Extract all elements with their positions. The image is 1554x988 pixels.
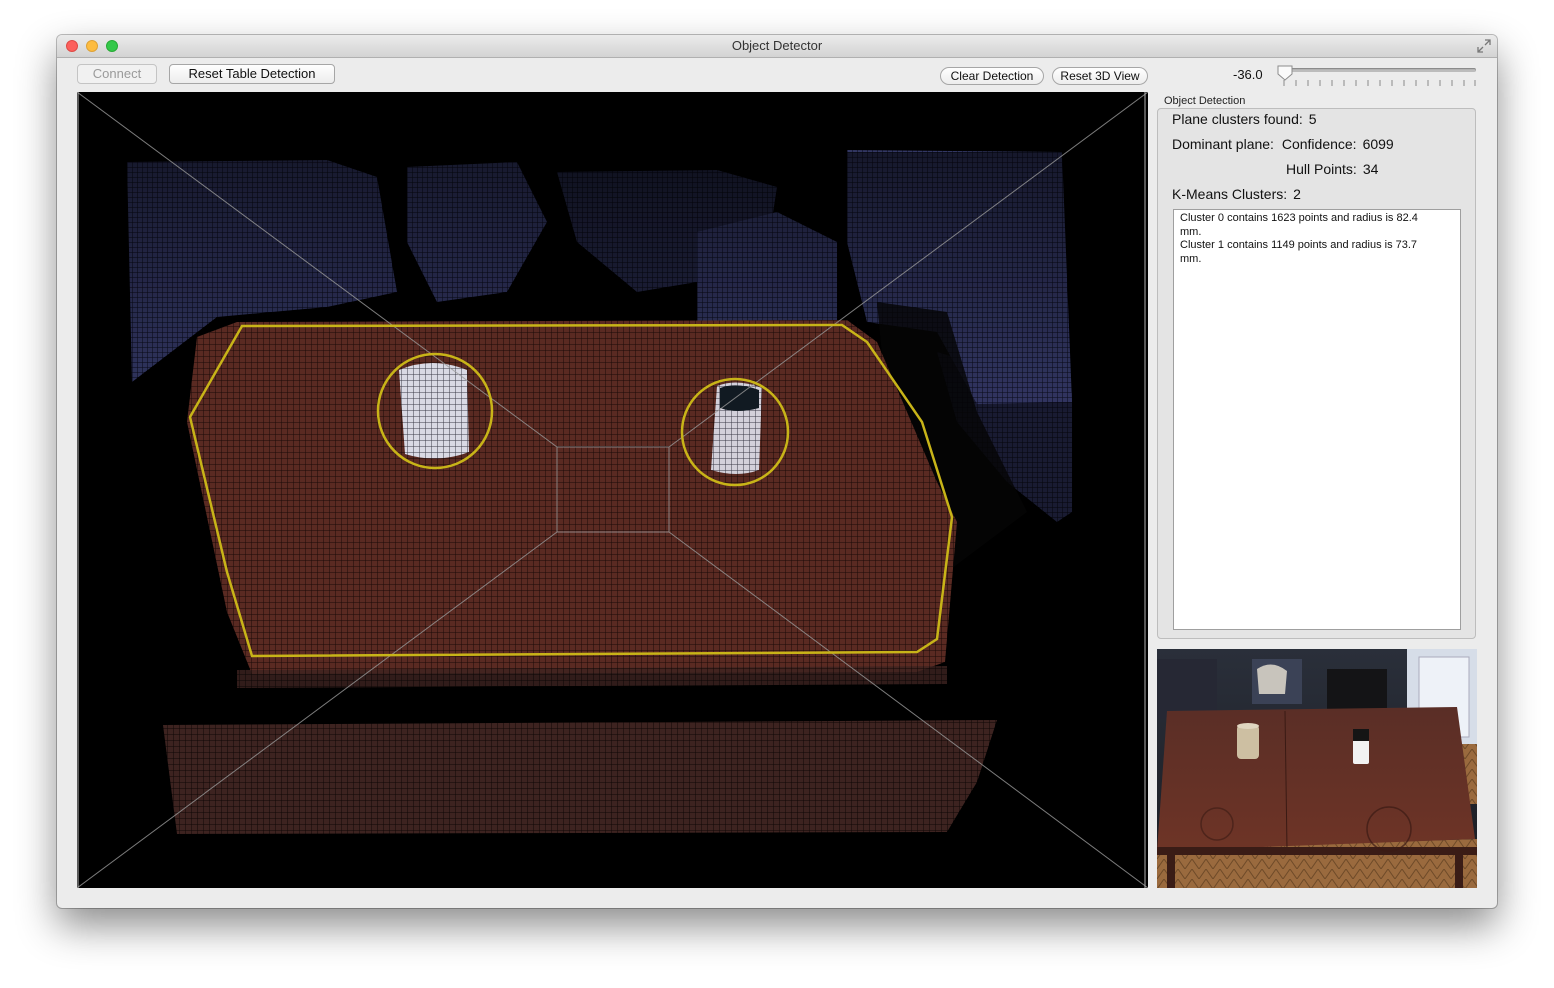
title-bar: Object Detector [57, 35, 1497, 58]
log-line: mm. [1180, 225, 1202, 238]
slider-ticks [1283, 80, 1476, 86]
table-point-cloud [187, 320, 957, 674]
slider-value: -36.0 [1233, 67, 1263, 82]
kmeans-row: K-Means Clusters: 2 [1172, 186, 1301, 202]
window-title: Object Detector [731, 38, 823, 53]
kmeans-label: K-Means Clusters: [1172, 186, 1288, 202]
hull-points-row: Hull Points: 34 [1286, 161, 1378, 177]
point-cloud-3d-view[interactable] [77, 92, 1148, 888]
confidence-value: 6099 [1362, 136, 1394, 152]
app-window: Object Detector Connect Reset Table Dete… [57, 35, 1497, 908]
object-detection-group-label: Object Detection [1164, 95, 1246, 107]
confidence-label: Confidence: [1281, 136, 1357, 152]
cluster-log-textarea[interactable]: Cluster 0 contains 1623 points and radiu… [1173, 209, 1461, 630]
log-line: Cluster 0 contains 1623 points and radiu… [1180, 212, 1418, 224]
reset-3d-view-button[interactable]: Reset 3D View [1052, 67, 1148, 85]
clear-detection-button[interactable]: Clear Detection [940, 67, 1044, 85]
log-line: mm. [1180, 252, 1202, 265]
plane-clusters-row: Plane clusters found: 5 [1172, 111, 1317, 127]
log-line: Cluster 1 contains 1149 points and radiu… [1180, 239, 1418, 251]
hull-points-label: Hull Points: [1286, 161, 1357, 177]
plane-clusters-value: 5 [1308, 111, 1317, 127]
dominant-plane-label: Dominant plane: [1172, 136, 1274, 152]
reset-table-detection-button[interactable]: Reset Table Detection [169, 64, 335, 84]
fullscreen-icon[interactable] [1477, 39, 1491, 53]
rgb-camera-preview [1157, 649, 1477, 888]
connect-button[interactable]: Connect [77, 64, 157, 84]
slider-knob-icon[interactable] [1276, 65, 1294, 81]
floor-point-cloud [163, 720, 997, 834]
object-cluster-0 [399, 363, 469, 459]
rotation-slider[interactable] [1283, 68, 1476, 72]
dominant-plane-row: Dominant plane: Confidence: 6099 [1172, 136, 1394, 152]
plane-clusters-label: Plane clusters found: [1172, 111, 1303, 127]
hull-points-value: 34 [1362, 161, 1379, 177]
kmeans-value: 2 [1293, 186, 1301, 202]
